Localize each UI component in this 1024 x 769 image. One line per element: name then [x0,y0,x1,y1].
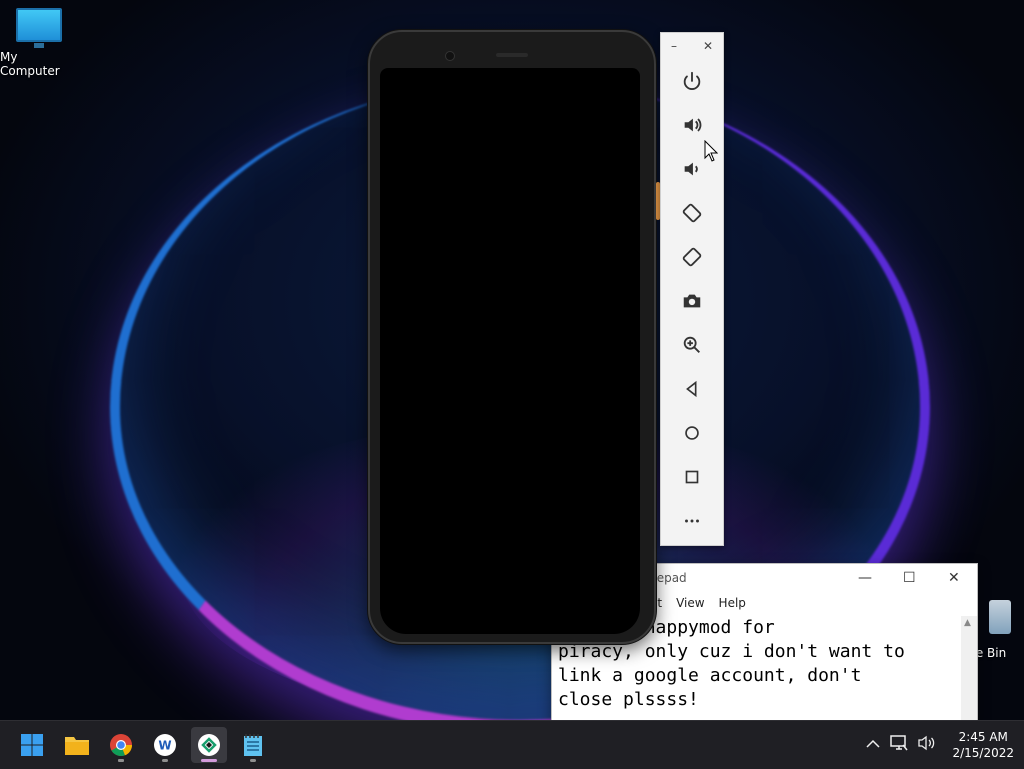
toolbar-minimize-button[interactable]: – [671,39,677,53]
clock-time: 2:45 AM [958,730,1008,744]
volume-up-icon [684,118,702,132]
clock[interactable]: 2:45 AM 2/15/2022 [952,729,1014,761]
power-icon [683,71,701,90]
clock-date: 2/15/2022 [952,746,1014,760]
power-button[interactable] [661,59,723,103]
rotate-left-button[interactable] [661,191,723,235]
camera-icon [445,51,455,61]
toolbar-titlebar: – ✕ [661,33,723,59]
toolbar-close-button[interactable]: ✕ [703,39,713,53]
home-button[interactable] [661,411,723,455]
close-button[interactable]: ✕ [948,570,960,586]
notepad-scrollbar[interactable] [961,616,977,721]
taskbar-emulator[interactable] [191,727,227,763]
chevron-up-icon[interactable] [866,737,880,753]
menu-help[interactable]: Help [719,596,746,610]
taskbar-notepad[interactable] [235,727,271,763]
taskbar: W 2:45 AM 2/15/2022 [0,720,1024,769]
desktop-icon-my-computer[interactable]: My Computer [0,8,78,78]
back-button[interactable] [661,367,723,411]
desktop-icon-label: e Bin [975,646,1007,660]
windows-logo-icon [21,734,43,756]
folder-icon [65,737,89,755]
overview-button[interactable] [661,455,723,499]
desktop-icon-label: My Computer [0,50,60,78]
notepad-title: tepad [652,571,687,585]
rotate-left-icon [682,203,702,223]
notepad-icon [244,734,262,756]
taskbar-app-w[interactable]: W [147,727,183,763]
start-button[interactable] [14,727,50,763]
home-icon [685,426,699,440]
minimize-button[interactable]: — [858,570,872,586]
monitor-icon [16,8,62,48]
taskbar-chrome[interactable] [103,727,139,763]
running-indicator [250,759,256,762]
emulator-screen[interactable] [380,68,640,634]
more-icon [685,519,699,523]
speaker-grille [496,53,528,57]
maximize-button[interactable]: ☐ [903,570,916,586]
emulator-phone [368,30,660,644]
screenshot-button[interactable] [661,279,723,323]
recycle-bin-icon [989,600,1011,634]
system-tray: 2:45 AM 2/15/2022 [866,721,1014,769]
overview-icon [685,470,699,484]
rotate-right-button[interactable] [661,235,723,279]
zoom-button[interactable] [661,323,723,367]
emulator-toolbar: – ✕ [660,32,724,546]
svg-text:W: W [158,739,171,753]
network-icon[interactable] [890,735,909,755]
screenshot-icon [683,294,701,308]
desktop-icon-recycle-bin[interactable]: e Bin [970,600,1024,660]
volume-icon[interactable] [918,735,936,755]
chrome-icon [110,734,133,757]
volume-down-icon [684,162,698,176]
running-indicator [118,759,124,762]
zoom-icon [683,336,700,353]
menu-view[interactable]: View [676,596,704,610]
more-button[interactable] [661,499,723,543]
emulator-icon [198,734,220,756]
rotate-right-icon [682,247,702,267]
active-indicator [201,759,217,762]
running-indicator [162,759,168,762]
app-w-icon: W [154,734,176,756]
mouse-cursor-icon [704,140,718,162]
back-icon [686,380,697,398]
taskbar-file-explorer[interactable] [59,727,95,763]
